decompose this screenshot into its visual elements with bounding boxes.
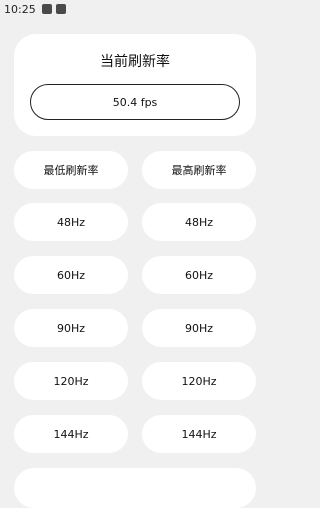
max-rate-90-button[interactable]: 90Hz [142, 309, 256, 347]
notification-icon-2 [55, 4, 66, 14]
status-time: 10:25 [4, 2, 36, 16]
max-rate-144-button[interactable]: 144Hz [142, 415, 256, 453]
max-rate-60-button[interactable]: 60Hz [142, 256, 256, 294]
status-bar: 10:25 [0, 0, 270, 18]
min-refresh-header-button[interactable]: 最低刷新率 [14, 151, 128, 189]
max-rate-48-button[interactable]: 48Hz [142, 203, 256, 241]
min-rate-48-button[interactable]: 48Hz [14, 203, 128, 241]
current-refresh-title: 当前刷新率 [100, 54, 170, 70]
max-rate-120-button[interactable]: 120Hz [142, 362, 256, 400]
min-rate-60-button[interactable]: 60Hz [14, 256, 128, 294]
current-refresh-card: 当前刷新率 50.4 fps [14, 34, 256, 136]
min-rate-90-button[interactable]: 90Hz [14, 309, 128, 347]
notification-icon [41, 4, 52, 14]
min-rate-120-button[interactable]: 120Hz [14, 362, 128, 400]
fps-display: 50.4 fps [30, 84, 240, 120]
bottom-button-partial[interactable] [14, 468, 256, 508]
max-refresh-header-button[interactable]: 最高刷新率 [142, 151, 256, 189]
min-rate-144-button[interactable]: 144Hz [14, 415, 128, 453]
